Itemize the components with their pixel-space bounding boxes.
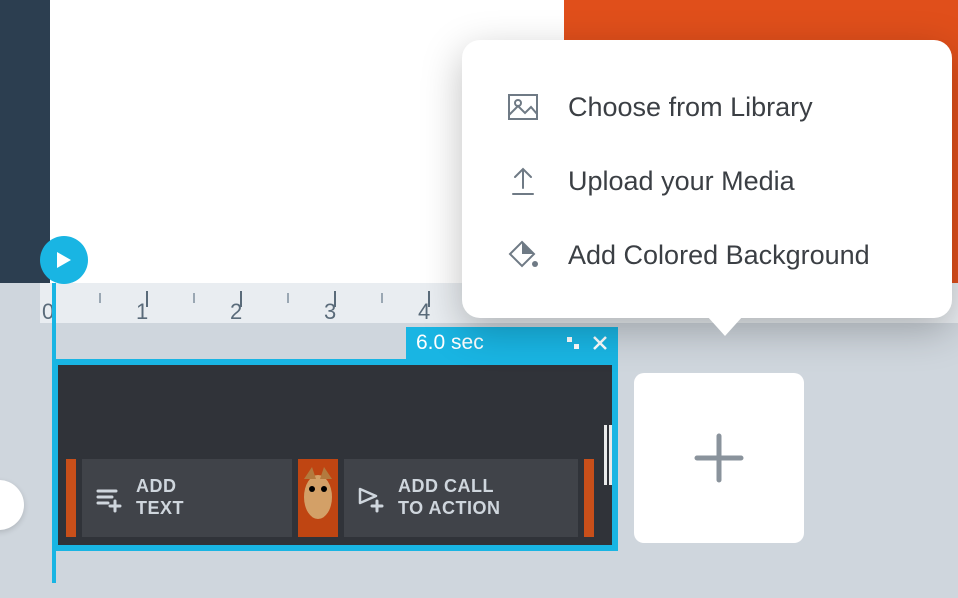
- popover-item-label: Choose from Library: [568, 92, 813, 123]
- clip-duration-label: 6.0 sec: [416, 331, 484, 355]
- clip-body: ADDTEXT ADD CALLTO ACTION: [52, 359, 618, 551]
- add-cta-label: ADD CALLTO ACTION: [398, 476, 501, 519]
- popover-item-label: Upload your Media: [568, 166, 795, 197]
- add-text-icon: [94, 483, 124, 513]
- clip-header-gap: [52, 327, 406, 359]
- popover-item-upload[interactable]: Upload your Media: [502, 144, 912, 218]
- sidebar-dark: [0, 0, 50, 283]
- close-icon[interactable]: [592, 335, 608, 351]
- clip-thumbnail-dog: [298, 459, 338, 537]
- playhead[interactable]: [52, 283, 56, 583]
- add-media-popover: Choose from Library Upload your Media Ad…: [462, 40, 952, 318]
- plus-icon: [691, 430, 747, 486]
- popover-item-colored-bg[interactable]: Add Colored Background: [502, 218, 912, 292]
- clip-header[interactable]: 6.0 sec: [406, 327, 618, 359]
- add-text-label: ADDTEXT: [136, 476, 184, 519]
- popover-item-library[interactable]: Choose from Library: [502, 70, 912, 144]
- ruler-label: 2: [230, 299, 242, 323]
- add-scene-button[interactable]: [634, 373, 804, 543]
- popover-item-label: Add Colored Background: [568, 240, 870, 271]
- clip-thumbnail: [584, 459, 594, 537]
- add-cta-icon: [356, 483, 386, 513]
- clip-settings-icon[interactable]: [566, 336, 580, 350]
- paint-bucket-icon: [506, 238, 540, 272]
- image-icon: [506, 90, 540, 124]
- ruler-label: 1: [136, 299, 148, 323]
- add-text-button[interactable]: ADDTEXT: [82, 459, 292, 537]
- play-button[interactable]: [40, 236, 88, 284]
- ruler-label: 4: [418, 299, 430, 323]
- clip-resize-handle[interactable]: [604, 425, 612, 485]
- ruler-label: 3: [324, 299, 336, 323]
- upload-icon: [506, 164, 540, 198]
- clip-thumbnail: [66, 459, 76, 537]
- timeline-clip[interactable]: 6.0 sec: [52, 327, 618, 551]
- add-cta-button[interactable]: ADD CALLTO ACTION: [344, 459, 578, 537]
- timeline-panel: 0 1 2 3 4 6.0 sec: [0, 283, 958, 598]
- play-icon: [56, 251, 72, 269]
